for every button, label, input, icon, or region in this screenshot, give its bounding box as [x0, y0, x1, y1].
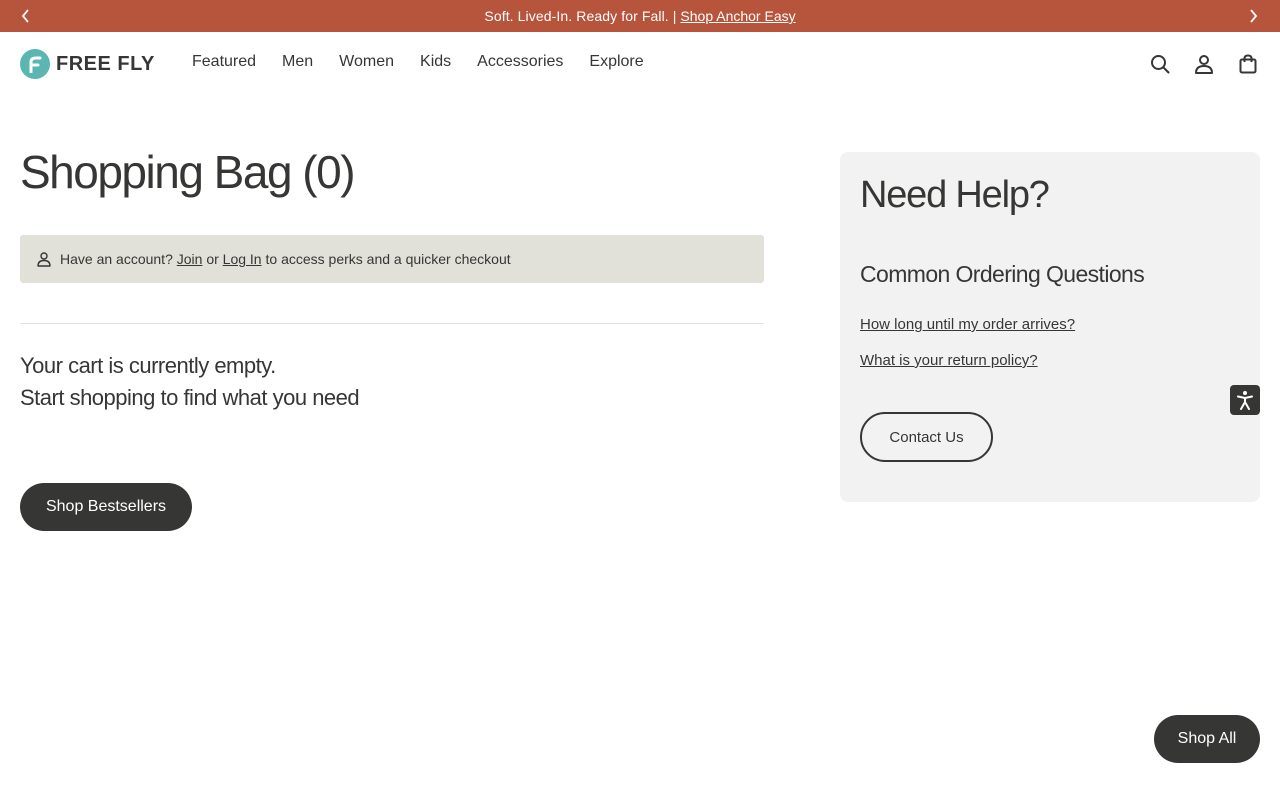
nav-accessories[interactable]: Accessories: [477, 53, 563, 71]
main-nav: Featured Men Women Kids Accessories Expl…: [192, 53, 670, 71]
header-icons: [1128, 52, 1260, 76]
logo[interactable]: FREE FLY: [20, 49, 155, 79]
faq-link-return-policy[interactable]: What is your return policy?: [860, 352, 1038, 369]
help-panel: Need Help? Common Ordering Questions How…: [840, 152, 1260, 502]
login-link[interactable]: Log In: [223, 251, 262, 267]
site-header: FREE FLY Featured Men Women Kids Accesso…: [0, 32, 1280, 96]
faq-link-order-arrival[interactable]: How long until my order arrives?: [860, 316, 1075, 333]
search-icon[interactable]: [1148, 52, 1172, 76]
contact-us-button[interactable]: Contact Us: [860, 412, 993, 462]
announcement-message: Soft. Lived-In. Ready for Fall.: [484, 8, 669, 24]
account-or-text: or: [206, 251, 219, 267]
accessibility-icon[interactable]: [1230, 385, 1260, 415]
logo-mark-icon: [20, 49, 50, 79]
page-title: Shopping Bag (0): [20, 146, 356, 198]
chevron-left-icon[interactable]: [17, 7, 35, 25]
empty-cart-message: Your cart is currently empty. Start shop…: [20, 350, 360, 414]
divider: [20, 323, 764, 324]
empty-cart-line1: Your cart is currently empty.: [20, 353, 276, 378]
nav-women[interactable]: Women: [339, 53, 394, 71]
announcement-separator: |: [672, 8, 677, 24]
nav-men[interactable]: Men: [282, 53, 313, 71]
nav-explore[interactable]: Explore: [589, 53, 643, 71]
account-suffix-text: to access perks and a quicker checkout: [265, 251, 511, 267]
user-icon: [36, 251, 52, 267]
nav-featured[interactable]: Featured: [192, 53, 256, 71]
shop-all-button[interactable]: Shop All: [1154, 715, 1260, 763]
announcement-link[interactable]: Shop Anchor Easy: [680, 8, 795, 24]
chevron-right-icon[interactable]: [1244, 7, 1262, 25]
help-subtitle: Common Ordering Questions: [860, 261, 1145, 287]
bag-icon[interactable]: [1236, 52, 1260, 76]
account-prompt: Have an account? Join or Log In to acces…: [20, 235, 764, 283]
announcement-bar: Soft. Lived-In. Ready for Fall. | Shop A…: [0, 0, 1280, 32]
help-title: Need Help?: [860, 174, 1050, 216]
shop-bestsellers-button[interactable]: Shop Bestsellers: [20, 483, 192, 531]
nav-kids[interactable]: Kids: [420, 53, 451, 71]
account-icon[interactable]: [1192, 52, 1216, 76]
logo-text: FREE FLY: [56, 52, 155, 75]
join-link[interactable]: Join: [177, 251, 203, 267]
account-prompt-text: Have an account?: [60, 251, 173, 267]
empty-cart-line2: Start shopping to find what you need: [20, 385, 360, 410]
